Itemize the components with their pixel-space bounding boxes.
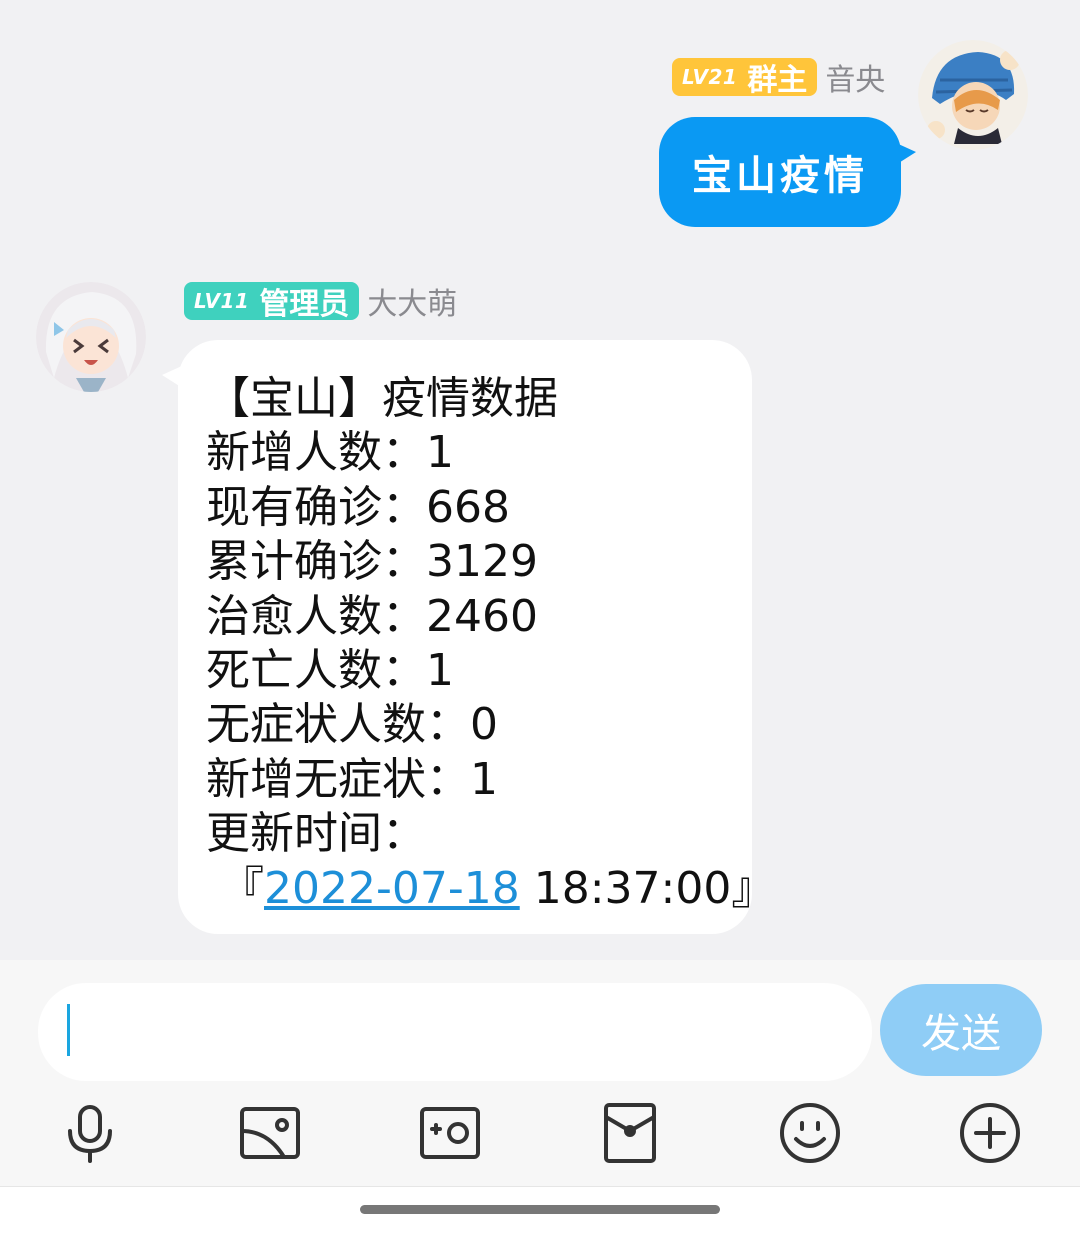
plus-icon[interactable] — [958, 1101, 1022, 1165]
admin-badge: LV11 管理员 — [184, 282, 360, 322]
role-label: 管理员 — [259, 287, 350, 322]
message-line-recovered: 治愈人数：2460 — [206, 590, 538, 642]
message-input[interactable] — [38, 983, 872, 1081]
message-line-title: 【宝山】疫情数据 — [206, 373, 558, 424]
update-date-link[interactable]: 2022-07-18 — [264, 863, 520, 914]
message-line-deaths: 死亡人数：1 — [206, 644, 454, 696]
message-line-new-cases: 新增人数：1 — [206, 427, 454, 479]
outgoing-message-bubble[interactable]: 宝山疫情 — [659, 117, 901, 227]
role-label: 群主 — [747, 63, 808, 98]
outgoing-bubble-tail — [894, 142, 916, 166]
emoji-icon[interactable] — [778, 1101, 842, 1165]
red-packet-icon[interactable] — [598, 1101, 662, 1165]
text-cursor — [67, 1004, 70, 1056]
sender-nickname[interactable]: 音央 — [825, 55, 885, 99]
incoming-message-text: 【宝山】疫情数据 新增人数：1 现有确诊：668 累计确诊：3129 治愈人数：… — [206, 372, 775, 916]
send-button[interactable]: 发送 — [880, 984, 1042, 1076]
incoming-bubble-tail — [162, 365, 184, 389]
admin-nickname[interactable]: 大大萌 — [367, 279, 457, 323]
camera-icon[interactable] — [418, 1101, 482, 1165]
message-line-total-confirmed: 累计确诊：3129 — [206, 536, 538, 588]
owner-badge: LV21 群主 — [672, 58, 818, 98]
message-line-asymptomatic: 无症状人数：0 — [206, 699, 498, 751]
message-line-update-time-label: 更新时间： — [206, 808, 426, 860]
level-label: LV11 — [194, 289, 250, 313]
message-line-new-asymptomatic: 新增无症状：1 — [206, 753, 498, 805]
sender-meta: LV21 群主 音央 — [672, 55, 885, 99]
home-indicator[interactable] — [360, 1205, 720, 1214]
outgoing-message-text: 宝山疫情 — [692, 152, 868, 199]
send-button-label: 发送 — [921, 1011, 1001, 1057]
photo-icon[interactable] — [238, 1101, 302, 1165]
admin-avatar[interactable] — [36, 282, 146, 392]
sender-avatar[interactable] — [918, 40, 1028, 150]
update-time-prefix: 『 — [206, 862, 264, 914]
admin-meta: LV11 管理员 大大萌 — [184, 279, 457, 323]
message-line-update-time: 『2022-07-18 18:37:00』 — [206, 862, 775, 916]
microphone-icon[interactable] — [58, 1101, 122, 1165]
message-line-current-confirmed: 现有确诊：668 — [206, 481, 510, 533]
level-label: LV21 — [682, 65, 738, 89]
update-time-value: 18:37:00』 — [519, 862, 776, 914]
